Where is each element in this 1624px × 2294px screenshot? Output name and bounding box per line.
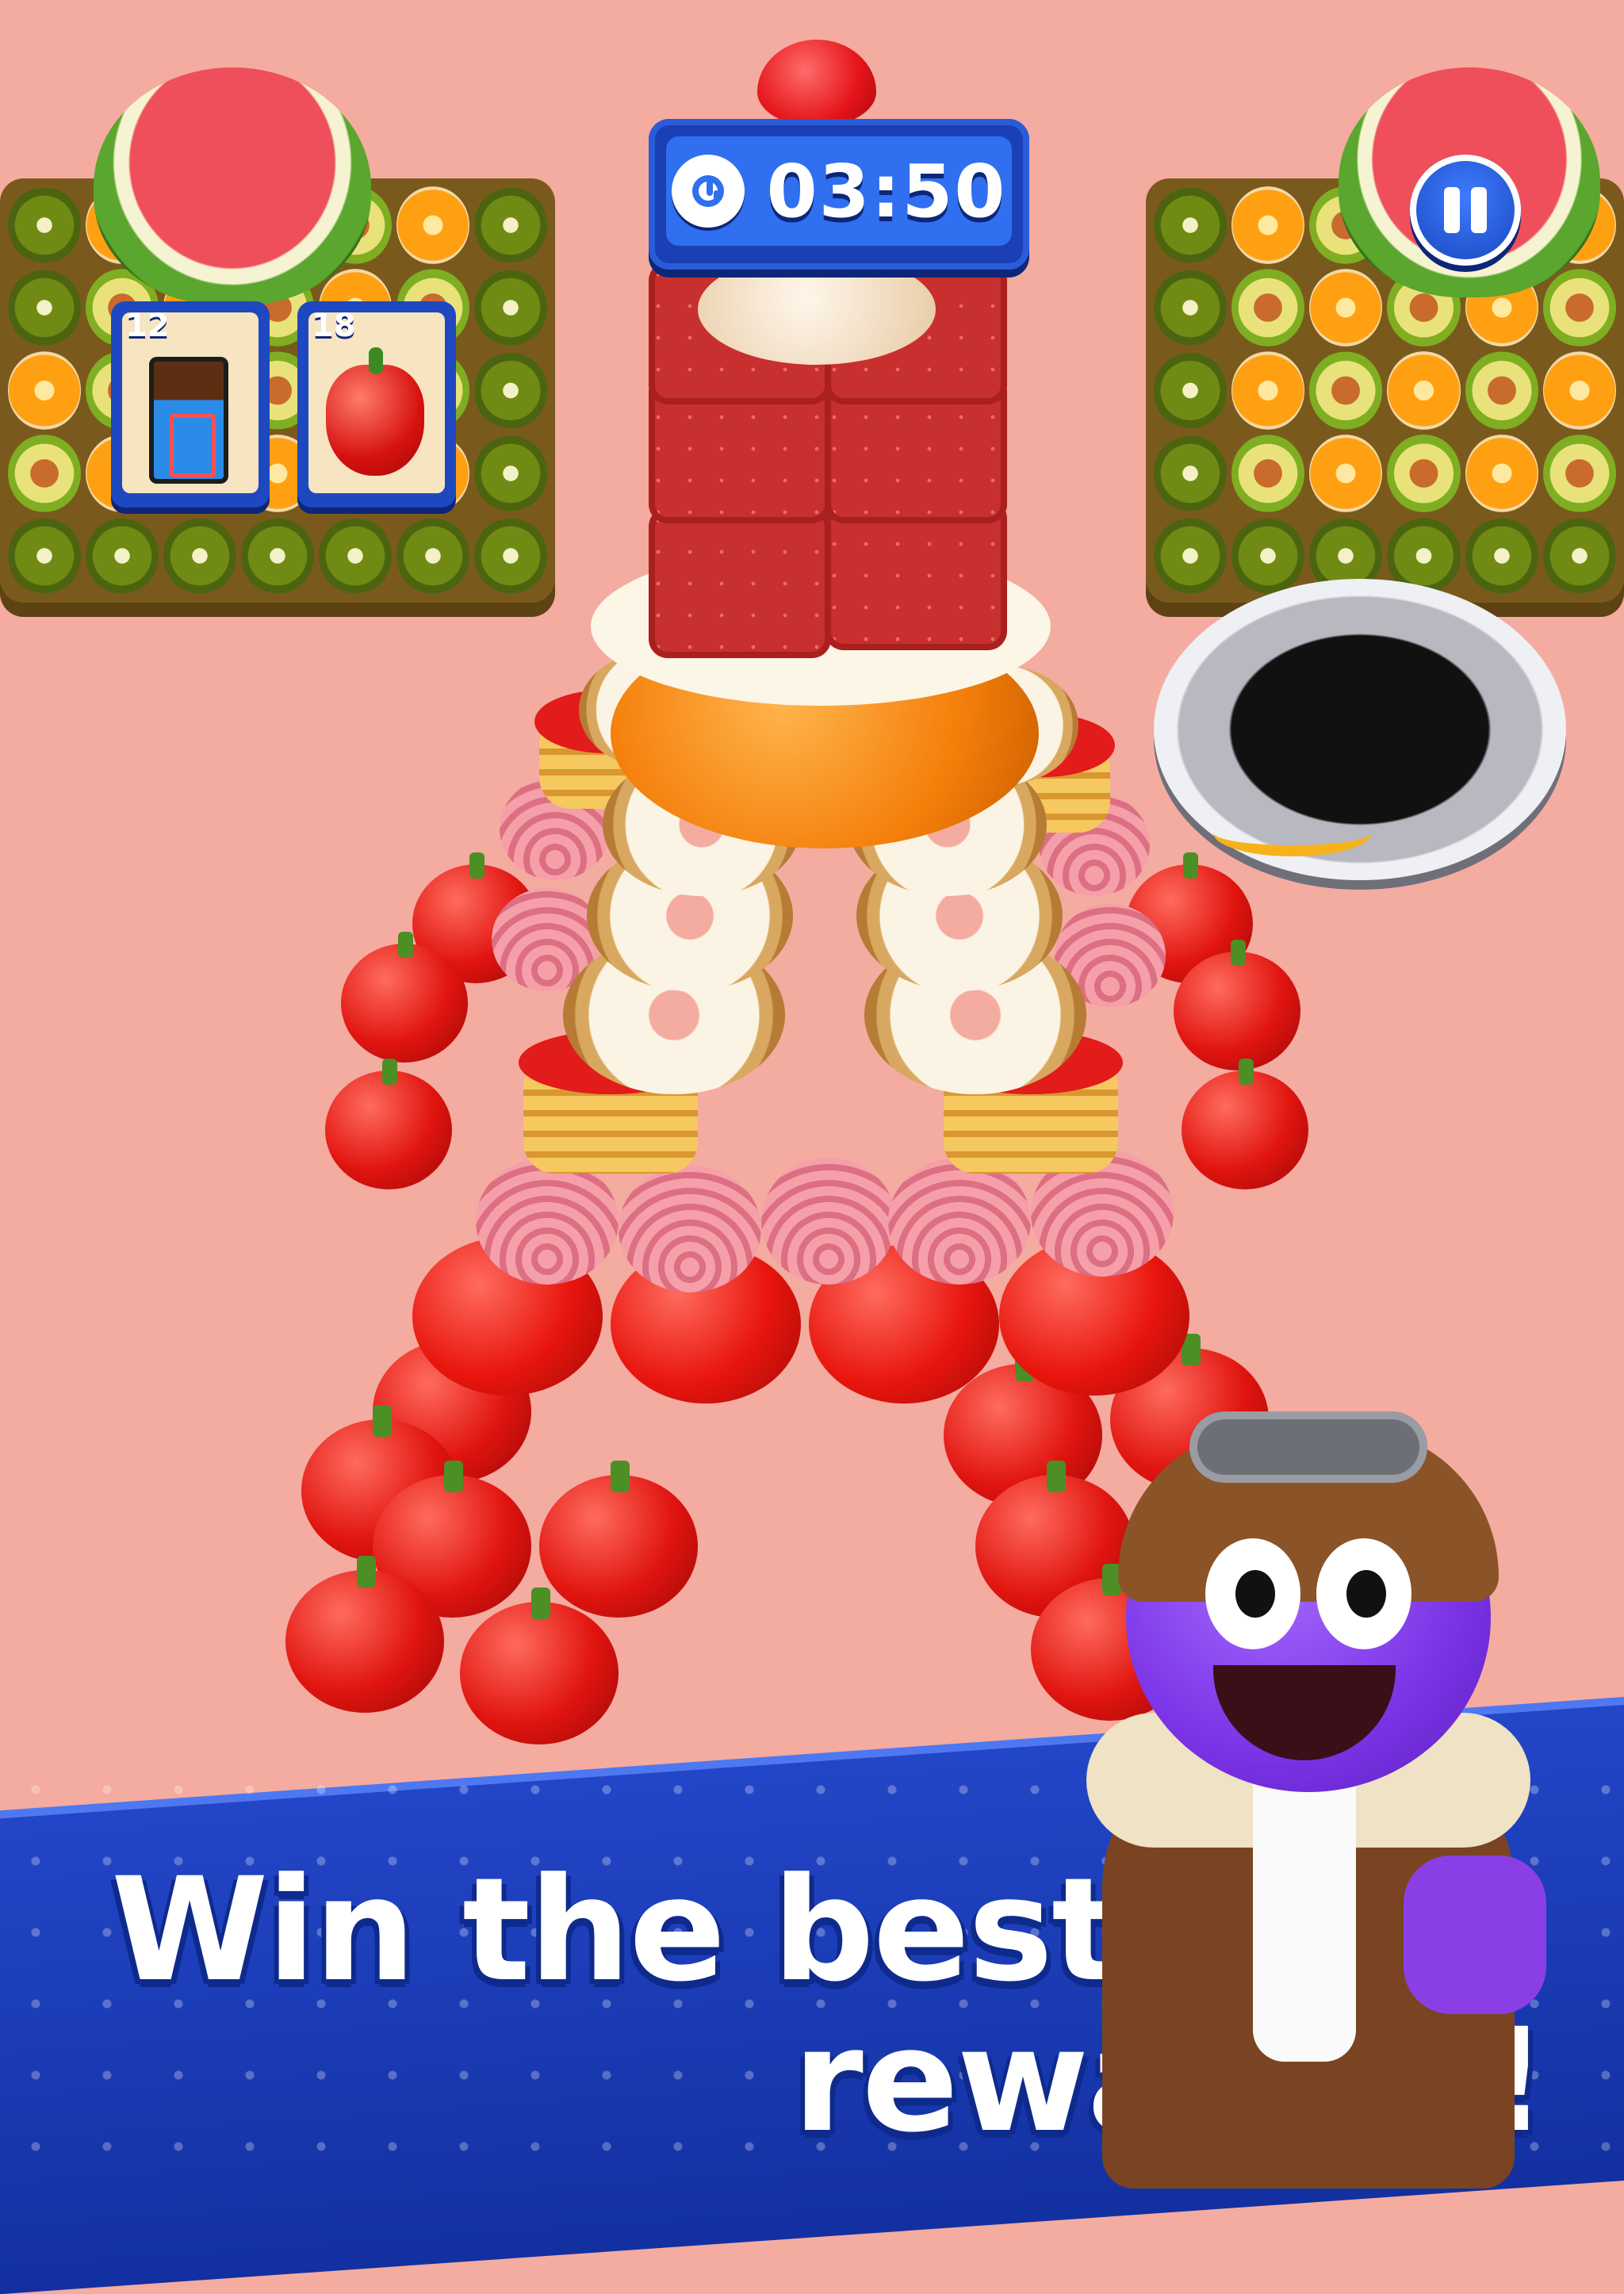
- clock-icon: [671, 155, 745, 228]
- kiwi-piece[interactable]: [1154, 516, 1228, 595]
- orange-piece[interactable]: [1309, 434, 1383, 512]
- kiwi-piece[interactable]: [1154, 351, 1228, 430]
- pepper-piece[interactable]: [325, 1059, 452, 1189]
- timer-value: 03:50: [766, 148, 1007, 234]
- orange-piece[interactable]: [1465, 434, 1538, 512]
- kiwi-piece[interactable]: [1154, 186, 1228, 265]
- kiwi-piece[interactable]: [1231, 516, 1305, 595]
- kiwi-piece[interactable]: [319, 516, 392, 595]
- red-pepper-icon: [326, 347, 424, 476]
- avocado-piece[interactable]: [1309, 351, 1383, 430]
- mascot-goggles: [1189, 1411, 1427, 1483]
- kiwi-piece[interactable]: [474, 516, 547, 595]
- orange-piece[interactable]: [8, 351, 81, 430]
- kiwi-piece[interactable]: [474, 351, 547, 430]
- avocado-piece[interactable]: [1465, 351, 1538, 430]
- avocado-piece[interactable]: [1542, 434, 1616, 512]
- avocado-piece[interactable]: [1387, 434, 1461, 512]
- timer-inner: 03:50: [666, 136, 1012, 246]
- pause-button[interactable]: [1410, 155, 1521, 266]
- kiwi-piece[interactable]: [1154, 434, 1228, 512]
- kiwi-piece[interactable]: [474, 269, 547, 347]
- kiwi-piece[interactable]: [163, 516, 236, 595]
- kiwi-piece[interactable]: [8, 186, 81, 265]
- kiwi-piece[interactable]: [86, 516, 159, 595]
- orange-piece[interactable]: [396, 186, 469, 265]
- goal-count: 18: [312, 308, 356, 344]
- goal-count: 12: [125, 308, 170, 344]
- rice-ball-piece[interactable]: [698, 254, 936, 365]
- concha-piece[interactable]: [888, 1158, 1031, 1285]
- kiwi-piece[interactable]: [396, 516, 469, 595]
- orange-piece[interactable]: [1309, 269, 1383, 347]
- chocolate-bar-icon: [149, 357, 228, 484]
- mascot-eye: [1205, 1538, 1300, 1649]
- orange-piece[interactable]: [1231, 186, 1305, 265]
- sushi-roll-piece[interactable]: [649, 507, 831, 658]
- pause-icon: [1444, 187, 1460, 233]
- mascot-scarf: [1253, 1744, 1356, 2062]
- avocado-piece[interactable]: [8, 434, 81, 512]
- kiwi-piece[interactable]: [1154, 269, 1228, 347]
- kiwi-piece[interactable]: [1542, 516, 1616, 595]
- timer-panel: 03:50: [649, 119, 1029, 270]
- mascot-eye: [1316, 1538, 1411, 1649]
- orange-piece[interactable]: [1387, 351, 1461, 430]
- kiwi-piece[interactable]: [8, 269, 81, 347]
- mascot-character: [1055, 1396, 1562, 2189]
- kiwi-piece[interactable]: [474, 434, 547, 512]
- avocado-piece[interactable]: [1231, 434, 1305, 512]
- thumbs-up-icon: [1404, 1855, 1546, 2014]
- kiwi-piece[interactable]: [474, 186, 547, 265]
- pepper-piece[interactable]: [1174, 940, 1300, 1070]
- hole-progress-bar: [1213, 809, 1372, 856]
- strawberry-piece[interactable]: [757, 40, 876, 127]
- avocado-piece[interactable]: [1542, 269, 1616, 347]
- pepper-piece[interactable]: [1182, 1059, 1308, 1189]
- goal-card-chocolate: 12: [111, 301, 270, 507]
- orange-piece[interactable]: [1542, 351, 1616, 430]
- goal-card-pepper: 18: [297, 301, 456, 507]
- kiwi-piece[interactable]: [1465, 516, 1538, 595]
- concha-piece[interactable]: [761, 1158, 896, 1285]
- concha-piece[interactable]: [476, 1158, 619, 1285]
- pepper-piece[interactable]: [460, 1587, 619, 1744]
- kiwi-piece[interactable]: [8, 516, 81, 595]
- avocado-piece[interactable]: [1231, 269, 1305, 347]
- pause-icon: [1471, 187, 1487, 233]
- pepper-piece[interactable]: [539, 1461, 698, 1618]
- orange-piece[interactable]: [1231, 351, 1305, 430]
- pepper-piece[interactable]: [341, 932, 468, 1063]
- pepper-piece[interactable]: [285, 1556, 444, 1713]
- kiwi-piece[interactable]: [241, 516, 314, 595]
- watermelon-piece[interactable]: [94, 67, 371, 305]
- concha-piece[interactable]: [619, 1166, 761, 1293]
- banner-headline-line1: Win the best: [111, 1848, 1120, 2013]
